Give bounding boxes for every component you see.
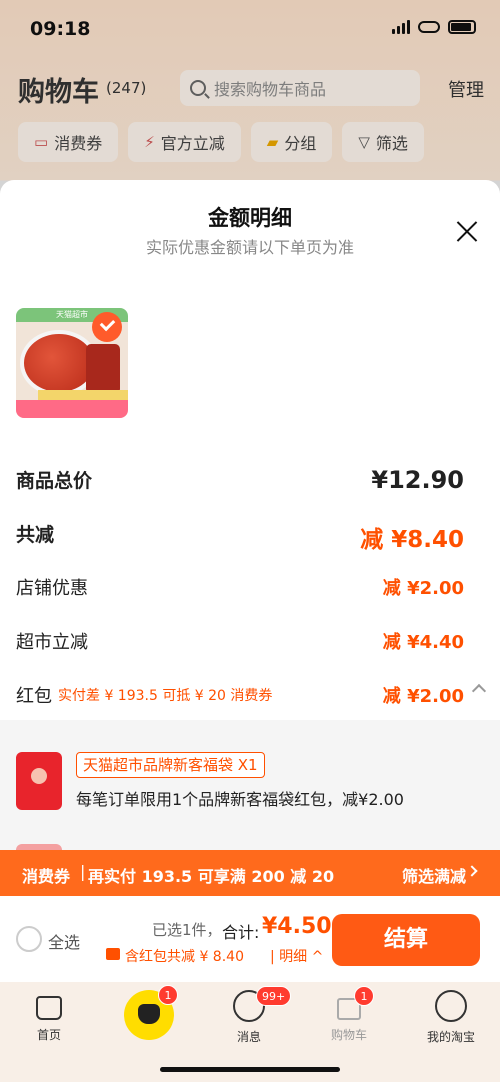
- coupon-message: 再实付 193.5 可享满 200 减 20: [88, 867, 335, 886]
- tab-my-label: 我的淘宝: [426, 1030, 475, 1044]
- checkout-button[interactable]: 结算: [332, 914, 480, 966]
- thumb-jar: [86, 344, 120, 394]
- red-packet-icon: [16, 752, 62, 810]
- tab-cart-label: 购物车: [330, 1028, 367, 1042]
- pet-badge: 1: [158, 985, 178, 1005]
- red-packet-value: 减 ¥2.00: [382, 686, 464, 707]
- selected-count: 已选1件，: [152, 921, 222, 939]
- total-price-value: ¥12.90: [371, 466, 464, 494]
- total-reduce-label: 共减: [16, 524, 55, 546]
- home-icon: [36, 996, 62, 1020]
- red-packet-description: 每笔订单限用1个品牌新客福袋红包，减¥2.00: [76, 790, 404, 809]
- sheet-subtitle: 实际优惠金额请以下单页为准: [145, 238, 354, 257]
- coupon-action[interactable]: 筛选满减: [402, 863, 466, 887]
- shop-discount-label: 店铺优惠: [16, 578, 88, 599]
- shop-discount-value: 减 ¥2.00: [382, 578, 464, 599]
- selected-check-icon[interactable]: [92, 312, 122, 342]
- tab-home[interactable]: 首页: [4, 990, 94, 1043]
- amount-detail-sheet: 金额明细 实际优惠金额请以下单页为准 天猫超市 商品总价 ¥12.90 共减 减…: [0, 180, 500, 850]
- tab-home-label: 首页: [36, 1028, 61, 1042]
- chevron-right-icon: [466, 865, 478, 877]
- ticket-icon: [106, 948, 120, 960]
- cart-badge: 1: [354, 986, 374, 1006]
- tab-my-taobao[interactable]: 我的淘宝: [406, 990, 496, 1045]
- select-all-label[interactable]: 全选: [48, 929, 80, 953]
- tab-cart[interactable]: 购物车: [304, 990, 394, 1043]
- thumb-strip-pink: [16, 400, 128, 418]
- chevron-up-icon[interactable]: [471, 683, 487, 699]
- total-reduce-value: 减 ¥8.40: [360, 527, 464, 553]
- total-label: 合计:: [222, 923, 260, 942]
- row-total-price: 商品总价 ¥12.90: [16, 466, 484, 496]
- select-all-radio[interactable]: [16, 926, 42, 952]
- smile-icon: [435, 990, 467, 1022]
- detail-toggle[interactable]: | 明细 ^: [270, 946, 323, 966]
- checkout-bar: 全选 已选1件， 合计: ¥4.50 含红包共减 ¥ 8.40 | 明细 ^ 结…: [0, 896, 500, 982]
- coupon-bar[interactable]: 消费券 | 再实付 193.5 可享满 200 减 20 筛选满减: [0, 850, 500, 896]
- total-value: ¥4.50: [262, 914, 332, 939]
- coupon-separator: |: [80, 862, 86, 881]
- red-packet-info: 含红包共减 ¥ 8.40: [125, 949, 244, 965]
- market-reduce-value: 减 ¥4.40: [382, 632, 464, 653]
- coupon-label: 消费券: [22, 867, 71, 886]
- row-total-reduce: 共减 减 ¥8.40: [16, 520, 484, 553]
- red-packet-tag: 天猫超市品牌新客福袋 X1: [76, 752, 265, 778]
- row-red-packet[interactable]: 红包 实付差 ¥ 193.5 可抵 ¥ 20 消费券 减 ¥2.00: [16, 682, 487, 712]
- market-reduce-label: 超市立减: [16, 632, 88, 653]
- row-shop-discount: 店铺优惠 减 ¥2.00: [16, 574, 484, 604]
- red-packet-list: 天猫超市品牌新客福袋 X1 每笔订单限用1个品牌新客福袋红包，减¥2.00: [0, 720, 500, 850]
- close-icon[interactable]: [456, 220, 478, 242]
- total-price-label: 商品总价: [16, 470, 93, 492]
- home-indicator: [160, 1067, 340, 1072]
- red-packet-label: 红包: [16, 686, 52, 707]
- red-packet-hint: 实付差 ¥ 193.5 可抵 ¥ 20 消费券: [58, 688, 273, 704]
- messages-badge: 99+: [256, 986, 292, 1006]
- sheet-title: 金额明细: [208, 206, 292, 230]
- thumb-strip-yellow: [38, 390, 128, 400]
- tab-messages-label: 消息: [236, 1030, 261, 1044]
- row-market-reduce: 超市立减 减 ¥4.40: [16, 628, 484, 658]
